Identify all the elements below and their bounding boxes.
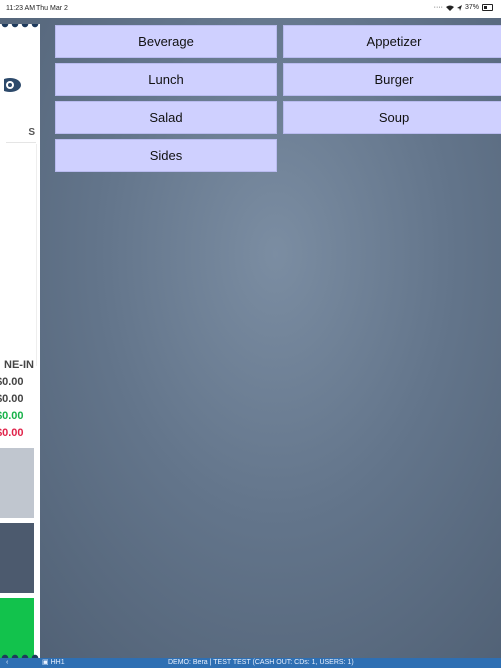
order-type-label[interactable]: NE-IN [4,357,34,374]
location-icon [456,4,462,11]
paid-value: $0.00 [0,410,24,422]
battery-percent: 37% [464,4,479,11]
tax-value: $0.00 [0,393,24,405]
category-soup-button[interactable]: Soup [283,101,501,134]
ticket-divider [6,142,36,143]
status-bar: 11:23 AM Thu Mar 2 ···· 37% [0,0,501,18]
status-time: 11:23 AM [6,5,36,12]
footer-info: DEMO: Bera | TEST TEST (CASH OUT: CDs: 1… [168,659,354,666]
battery-icon [482,4,493,11]
ticket-column-header: S [28,127,35,138]
ticket-bottom-edge [0,650,40,658]
eye-icon[interactable] [4,75,24,95]
device-icon: ▣ [42,659,49,666]
category-lunch-button[interactable]: Lunch [55,63,277,96]
ticket-top-edge [0,24,40,32]
ticket-action-button[interactable] [0,448,34,518]
category-burger-button[interactable]: Burger [283,63,501,96]
pay-button[interactable] [0,598,34,658]
footer-bar: ‹ ▣ HH1 DEMO: Bera | TEST TEST (CASH OUT… [0,658,501,668]
balance-due-value: $0.00 [0,427,24,439]
status-indicators: ···· 37% [434,4,493,11]
order-ticket: S NE-IN $0.00 $0.00 $0.00 $0.00 [0,24,40,658]
device-label: HH1 [50,659,65,666]
back-chevron-icon[interactable]: ‹ [6,658,8,668]
subtotal-value: $0.00 [0,376,24,388]
category-sides-button[interactable]: Sides [55,139,277,172]
ticket-action-button[interactable] [0,523,34,593]
wifi-icon [445,5,454,11]
signal-dots-icon: ···· [433,4,443,11]
status-date: Thu Mar 2 [36,5,68,12]
category-salad-button[interactable]: Salad [55,101,277,134]
ticket-totals: NE-IN $0.00 $0.00 $0.00 $0.00 [0,357,34,442]
device-id: ▣ HH1 [42,658,65,668]
category-beverage-button[interactable]: Beverage [55,25,277,58]
ticket-items-area[interactable] [0,144,37,366]
category-appetizer-button[interactable]: Appetizer [283,25,501,58]
